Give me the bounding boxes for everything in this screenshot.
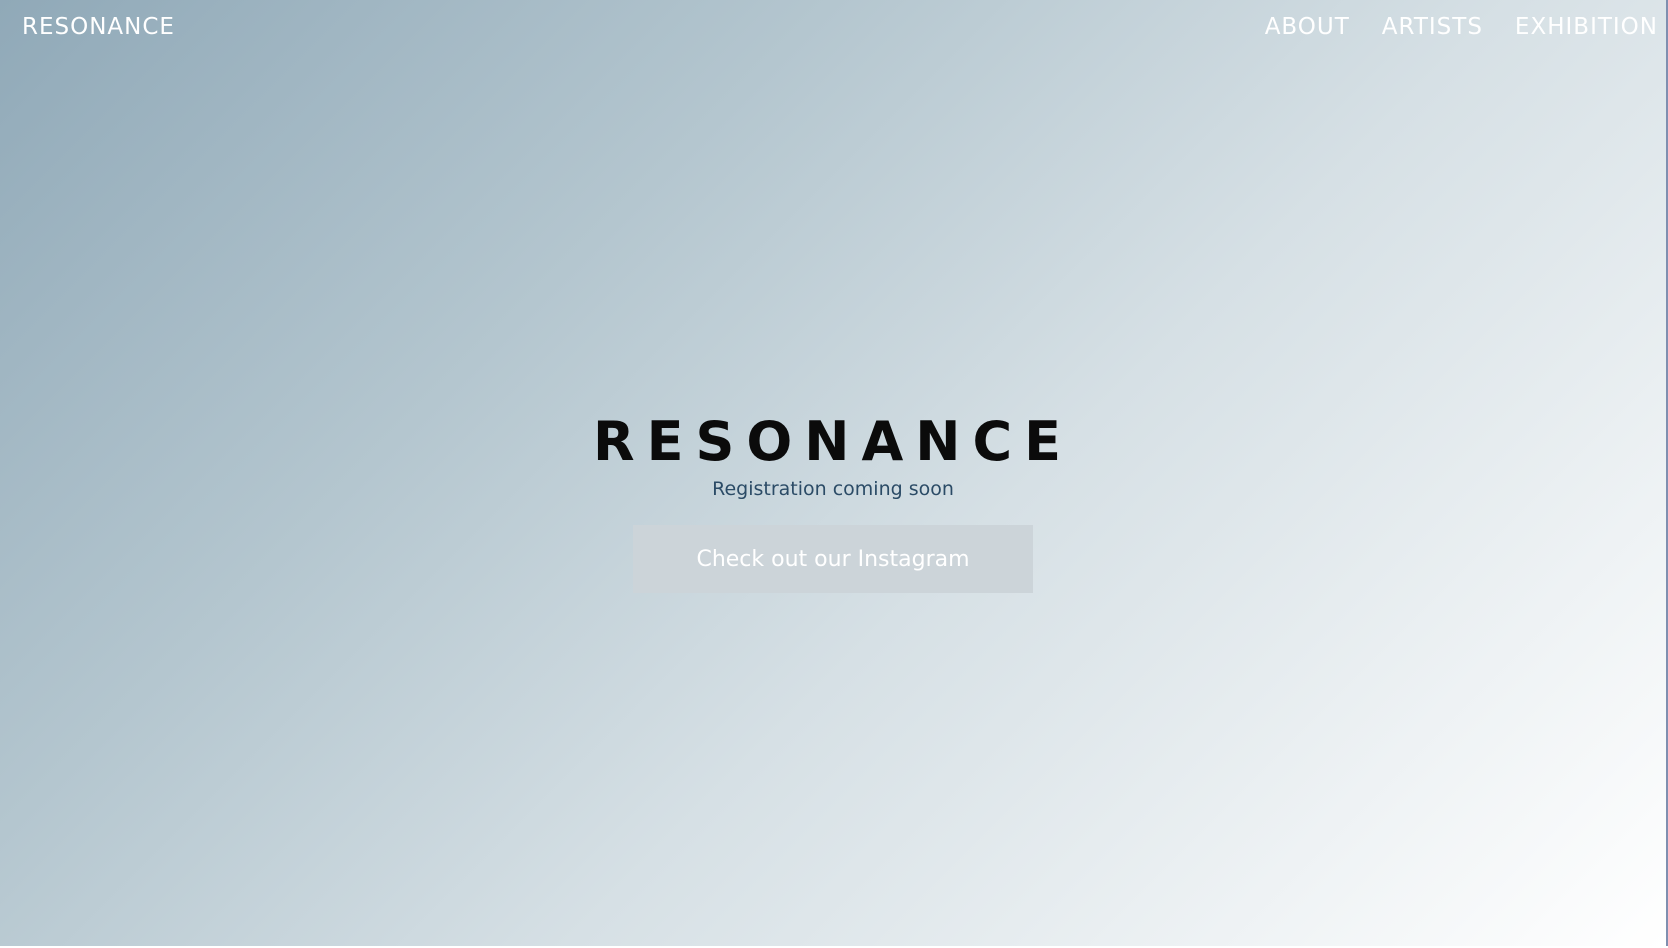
- nav-link-about[interactable]: ABOUT: [1265, 14, 1350, 40]
- page: RESONANCE ABOUT ARTISTS EXHIBITION RESON…: [0, 0, 1668, 948]
- instagram-button[interactable]: Check out our Instagram: [633, 525, 1033, 593]
- hero-subtitle: Registration coming soon: [712, 478, 954, 500]
- top-nav: ABOUT ARTISTS EXHIBITION: [1265, 14, 1658, 40]
- hero-title: RESONANCE: [593, 410, 1073, 474]
- nav-logo[interactable]: RESONANCE: [22, 14, 175, 40]
- nav-link-artists[interactable]: ARTISTS: [1382, 14, 1483, 40]
- hero-section: RESONANCE ABOUT ARTISTS EXHIBITION RESON…: [0, 0, 1668, 946]
- nav-link-exhibition[interactable]: EXHIBITION: [1515, 14, 1658, 40]
